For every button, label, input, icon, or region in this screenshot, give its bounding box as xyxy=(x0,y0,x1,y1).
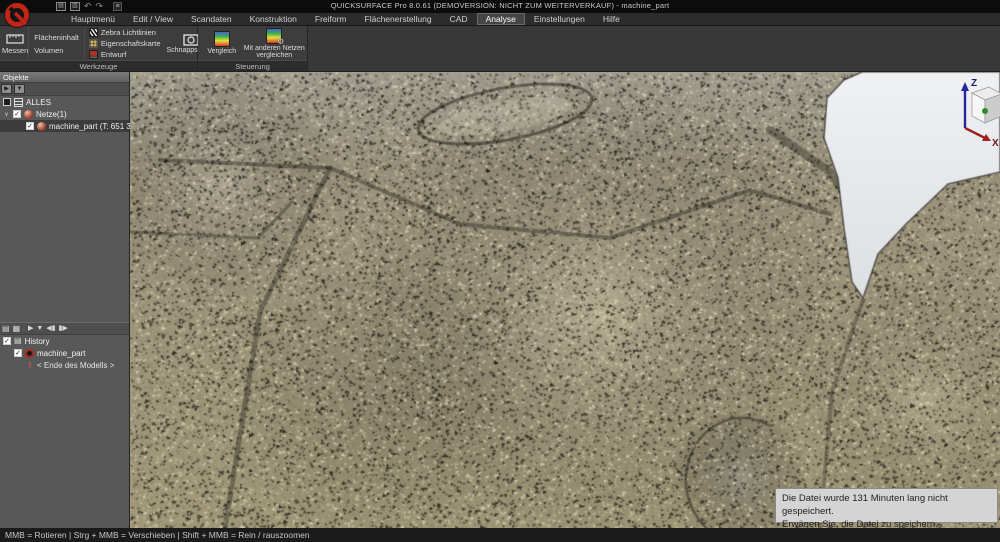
vergleich-button[interactable]: Vergleich xyxy=(200,27,244,60)
entwurf-label: Entwurf xyxy=(101,50,126,59)
menu-freiform[interactable]: Freiform xyxy=(306,13,356,25)
tree-item-end-of-model[interactable]: ! < Ende des Modells > xyxy=(0,359,129,371)
title-bar[interactable]: ▤ ▥ ↶ ↷ ≡ QUICKSURFACE Pro 8.0.61 (DEMOV… xyxy=(0,0,1000,13)
mit-anderen-netzen-vergleichen-button[interactable]: ⚙ Mit anderen Netzen vergleichen xyxy=(244,27,305,60)
tree-item-alles[interactable]: ALLES xyxy=(0,96,129,108)
messen-button[interactable]: Messen xyxy=(2,27,28,60)
menu-hilfe[interactable]: Hilfe xyxy=(594,13,629,25)
viewport-3d[interactable]: Z X Die Datei wurde 131 Minuten lang nic… xyxy=(130,72,1000,528)
tree-view-icon[interactable]: ▦ xyxy=(13,324,21,334)
mesh-render-canvas[interactable] xyxy=(130,72,1000,528)
ribbon-toolbar: Messen Flächeninhalt Volumen Zebra Licht… xyxy=(0,26,1000,72)
end-of-model-icon: ! xyxy=(26,361,34,370)
ribbon-group-steuerung: Vergleich ⚙ Mit anderen Netzen vergleich… xyxy=(198,26,308,71)
menu-analyse[interactable]: Analyse xyxy=(477,13,525,25)
menu-cad[interactable]: CAD xyxy=(441,13,477,25)
property-map-icon xyxy=(89,39,98,48)
measure-text-buttons: Flächeninhalt Volumen xyxy=(28,27,84,60)
alles-checkbox[interactable] xyxy=(3,98,11,106)
quicksurface-mini-icon xyxy=(25,349,34,358)
mesh-group-icon xyxy=(24,110,33,119)
all-objects-icon xyxy=(14,98,23,107)
history-label: History xyxy=(25,337,50,346)
unsaved-file-notification: Die Datei wurde 131 Minuten lang nicht g… xyxy=(775,488,998,523)
alles-label: ALLES xyxy=(26,98,51,107)
list-view-icon[interactable]: ▤ xyxy=(2,324,10,334)
history-panel-toolbar: ▤ ▦ | ▶ ▼ ◀▮ ▮▶ xyxy=(0,322,129,335)
mit-anderen-label: Mit anderen Netzen vergleichen xyxy=(244,45,305,60)
tree-item-history-machine-part[interactable]: ✓ machine_part xyxy=(0,347,129,359)
tree-item-history[interactable]: ✓ ▤ History xyxy=(0,335,129,347)
menu-hauptmenu[interactable]: Hauptmenü xyxy=(62,13,124,25)
menu-einstellungen[interactable]: Einstellungen xyxy=(525,13,594,25)
expander-icon[interactable]: ∨ xyxy=(3,111,10,118)
tree-item-netze[interactable]: ∨ ✓ Netze(1) xyxy=(0,108,129,120)
machine-part-label: machine_part (T: 651 304) xyxy=(49,122,142,131)
y-axis-dot xyxy=(982,108,988,114)
netze-checkbox[interactable]: ✓ xyxy=(13,110,21,118)
machine-part-checkbox[interactable]: ✓ xyxy=(26,122,34,130)
vergleich-label: Vergleich xyxy=(207,48,236,56)
quicksurface-logo-icon[interactable] xyxy=(3,1,31,29)
history-tree: ✓ ▤ History ✓ machine_part ! < Ende des … xyxy=(0,335,129,371)
netze-label: Netze(1) xyxy=(36,110,67,119)
entwurf-button[interactable]: Entwurf xyxy=(88,49,162,60)
tree-item-machine-part[interactable]: ✓ machine_part (T: 651 304) xyxy=(0,120,129,132)
x-axis-arrow xyxy=(965,128,985,138)
ribbon-group-werkzeuge: Messen Flächeninhalt Volumen Zebra Licht… xyxy=(0,26,198,71)
volumen-button[interactable]: Volumen xyxy=(32,44,81,57)
application-window: ▤ ▥ ↶ ↷ ≡ QUICKSURFACE Pro 8.0.61 (DEMOV… xyxy=(0,0,1000,542)
deviation-colormap-icon xyxy=(214,31,230,47)
messen-label: Messen xyxy=(2,46,28,55)
group-label-steuerung: Steuerung xyxy=(198,60,307,71)
end-of-model-label: < Ende des Modells > xyxy=(37,361,114,370)
camera-icon xyxy=(183,33,199,46)
objects-panel-header: Objekte xyxy=(0,72,129,83)
history-machine-part-checkbox[interactable]: ✓ xyxy=(14,349,22,357)
status-bar: MMB = Rotieren | Strg + MMB = Verschiebe… xyxy=(0,528,1000,542)
history-machine-part-label: machine_part xyxy=(37,349,85,358)
filter-icon[interactable]: ▼ xyxy=(14,84,25,94)
menu-scandaten[interactable]: Scandaten xyxy=(182,13,241,25)
zebra-lichtlinien-button[interactable]: Zebra Lichtlinien xyxy=(88,27,162,38)
history-checkbox[interactable]: ✓ xyxy=(3,337,11,345)
group-label-werkzeuge: Werkzeuge xyxy=(0,60,197,71)
step-last-icon[interactable]: ▮▶ xyxy=(59,324,68,334)
zebra-label: Zebra Lichtlinien xyxy=(101,28,156,37)
eigenschaftskarte-label: Eigenschaftskarte xyxy=(101,39,161,48)
objects-panel-toolbar: ▶ ▼ xyxy=(0,83,129,96)
x-axis-label: X xyxy=(992,138,999,148)
menu-edit-view[interactable]: Edit / View xyxy=(124,13,182,25)
gear-icon: ⚙ xyxy=(277,38,284,46)
notification-line1: Die Datei wurde 131 Minuten lang nicht g… xyxy=(782,492,991,518)
history-filter-icon[interactable]: ▼ xyxy=(36,324,43,334)
z-axis-label: Z xyxy=(971,78,977,89)
menu-flaechenerstellung[interactable]: Flächenerstellung xyxy=(356,13,441,25)
orientation-cube[interactable]: Z X xyxy=(945,76,1000,148)
objects-tree: ALLES ∨ ✓ Netze(1) ✓ machine_part (T: 65… xyxy=(0,96,129,132)
mesh-icon xyxy=(37,122,46,131)
ruler-icon xyxy=(6,33,24,44)
menu-konstruktion[interactable]: Konstruktion xyxy=(241,13,306,25)
compare-meshes-icon: ⚙ xyxy=(266,28,282,44)
flaecheninhalt-button[interactable]: Flächeninhalt xyxy=(32,31,81,44)
left-sidebar: Objekte ▶ ▼ ALLES ∨ ✓ Netze(1) ✓ machine… xyxy=(0,72,130,528)
display-mode-buttons: Zebra Lichtlinien Eigenschaftskarte Entw… xyxy=(84,27,165,60)
zebra-stripes-icon xyxy=(89,28,98,37)
mouse-hints: MMB = Rotieren | Strg + MMB = Verschiebe… xyxy=(5,530,310,540)
history-icon: ▤ xyxy=(14,336,22,346)
step-first-icon[interactable]: ◀▮ xyxy=(46,324,55,334)
play-history-icon[interactable]: ▶ xyxy=(28,324,33,334)
eigenschaftskarte-button[interactable]: Eigenschaftskarte xyxy=(88,38,162,49)
menu-bar: Hauptmenü Edit / View Scandaten Konstruk… xyxy=(0,13,1000,26)
window-title: QUICKSURFACE Pro 8.0.61 (DEMOVERSION: NI… xyxy=(0,1,1000,10)
isolate-icon[interactable]: ▶ xyxy=(1,84,12,94)
draft-analysis-icon xyxy=(89,50,98,59)
